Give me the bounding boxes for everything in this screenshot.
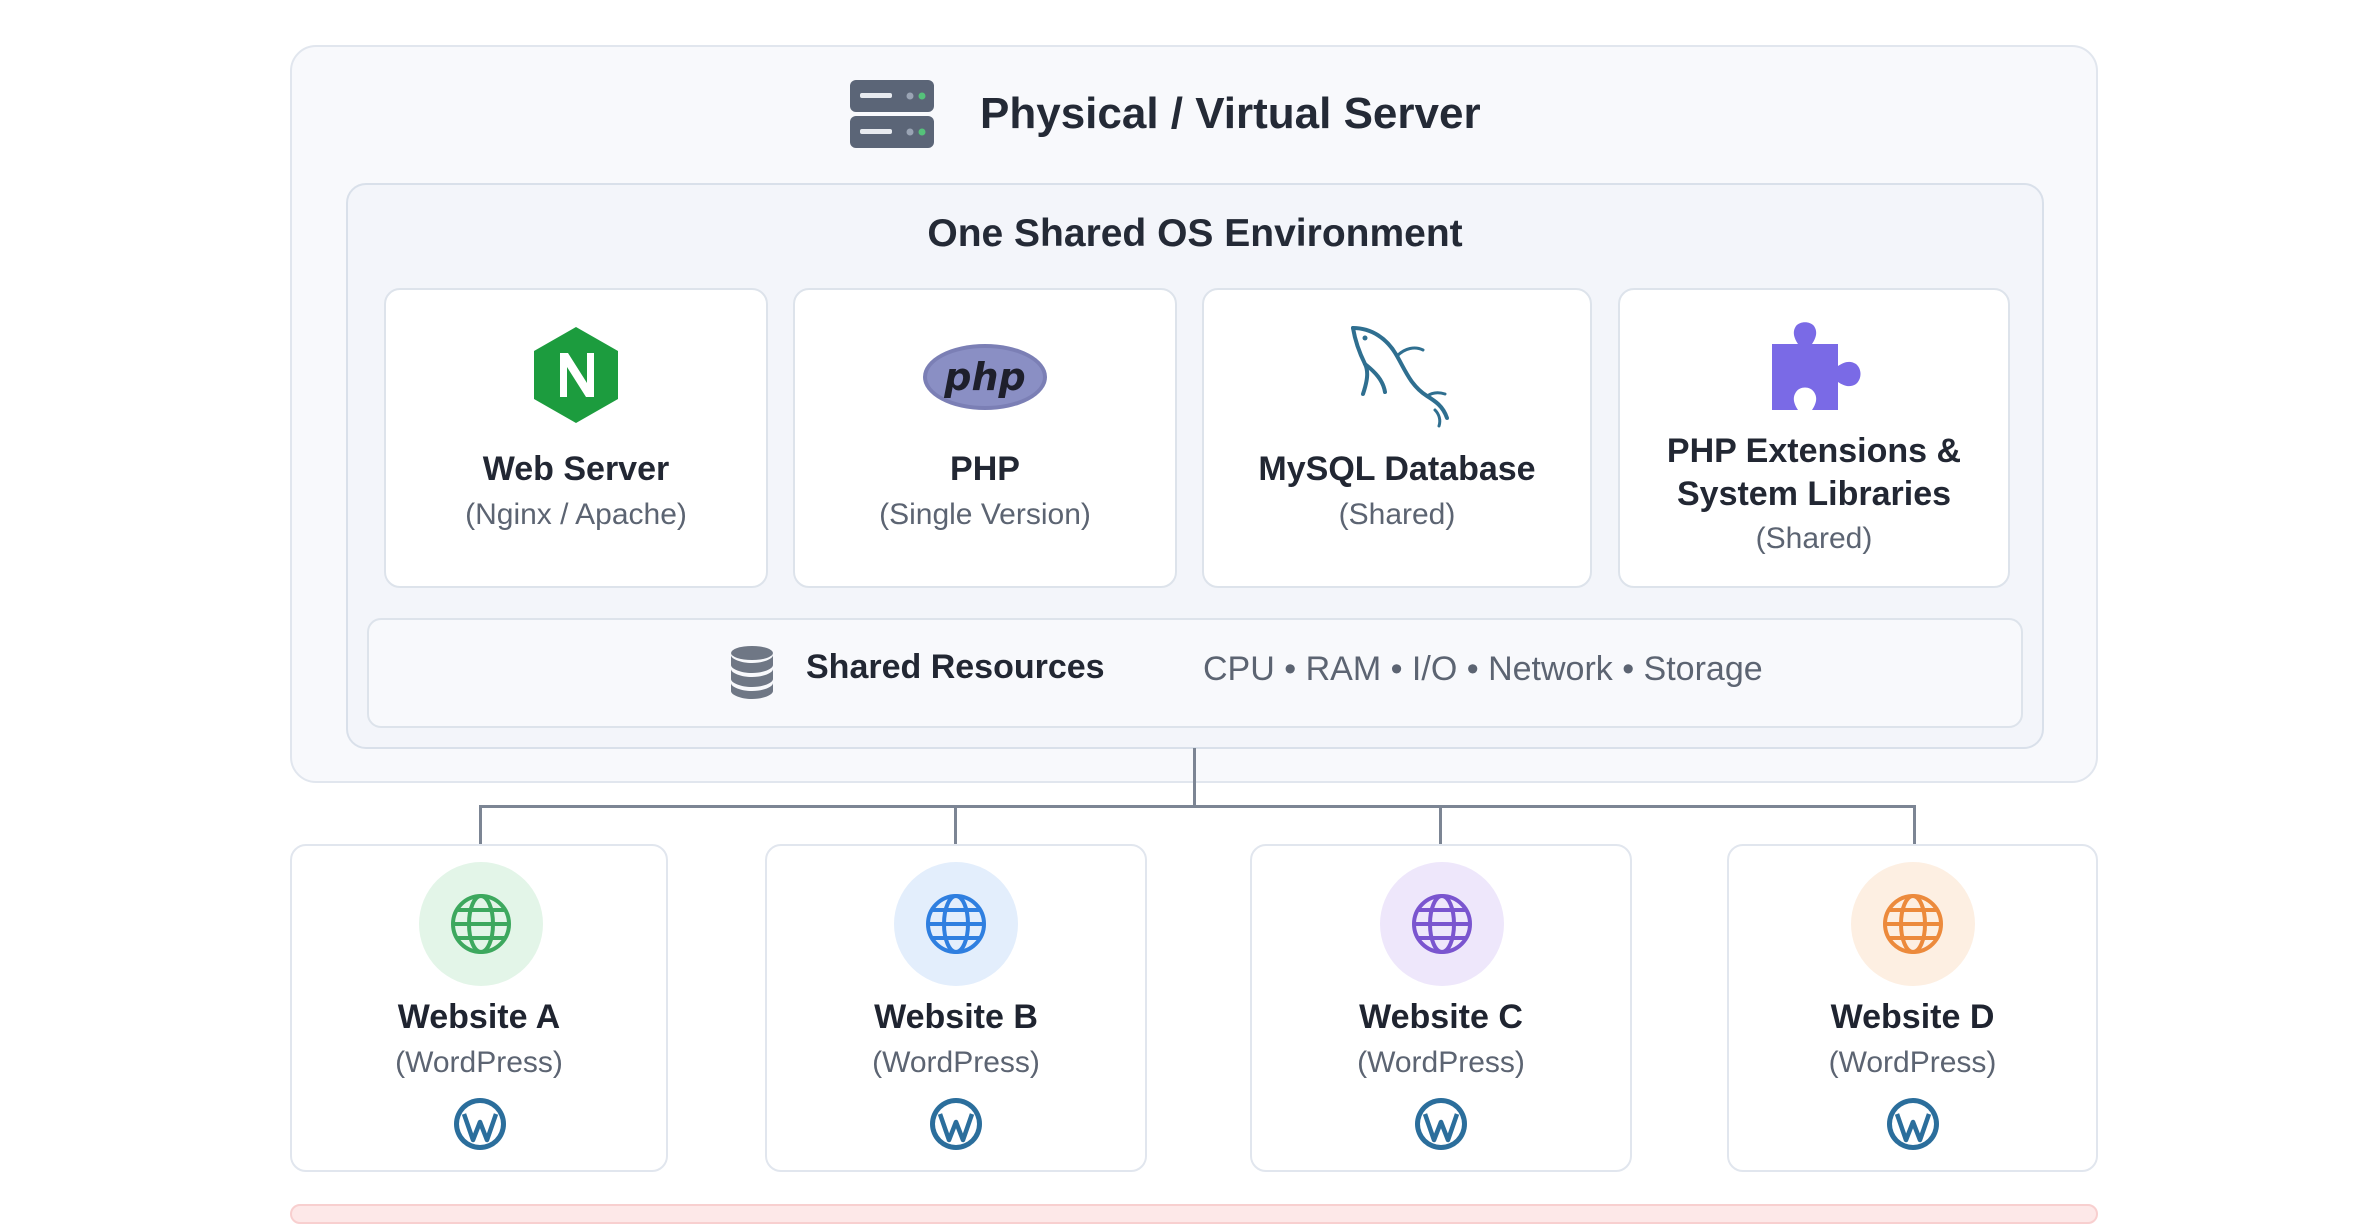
connector-website-a [479,805,482,845]
website-b-platform: (WordPress) [872,1046,1040,1079]
php-icon-text: php [943,355,1025,399]
website-a-name: Website A [397,998,561,1036]
mysql-title: MySQL Database [1258,450,1536,488]
connector-horizontal [479,805,1916,808]
wordpress-icon [454,1098,506,1150]
web-server-title: Web Server [482,450,670,488]
globe-icon [926,894,986,954]
php-extensions-subtitle: (Shared) [1755,522,1873,555]
website-c-platform: (WordPress) [1357,1046,1525,1079]
globe-icon [451,894,511,954]
website-b-name: Website B [874,998,1038,1036]
connector-website-d [1913,805,1916,845]
wordpress-icon [1415,1098,1467,1150]
wordpress-icon [1887,1098,1939,1150]
globe-icon [1412,894,1472,954]
database-icon [731,646,773,699]
wordpress-icon [930,1098,982,1150]
php-extensions-title: PHP Extensions & [1666,432,1962,470]
globe-icon [1883,894,1943,954]
shared-resources-items: CPU • RAM • I/O • Network • Storage [1203,650,1763,688]
website-c-name: Website C [1359,998,1523,1036]
os-environment-title: One Shared OS Environment [927,212,1463,255]
php-subtitle: (Single Version) [879,498,1091,531]
website-d-platform: (WordPress) [1828,1046,1997,1079]
website-d-name: Website D [1830,998,1995,1036]
bottom-warning-strip [290,1204,2098,1224]
connector-website-c [1439,805,1442,845]
mysql-dolphin-icon [1351,326,1449,428]
web-server-subtitle: (Nginx / Apache) [465,498,687,531]
php-icon: php [923,344,1047,410]
server-icon [850,80,934,148]
shared-resources-label: Shared Resources [806,648,1105,686]
mysql-subtitle: (Shared) [1338,498,1456,531]
shared-resources-bar [367,618,2023,728]
puzzle-icon [1772,322,1861,410]
website-a-platform: (WordPress) [395,1046,563,1079]
php-title: PHP [950,450,1020,488]
php-card [793,288,1177,588]
nginx-icon [534,327,618,423]
server-title: Physical / Virtual Server [980,89,1481,138]
connector-website-b [954,805,957,845]
php-extensions-title-line2: System Libraries [1676,475,1952,513]
connector-trunk [1193,748,1196,806]
